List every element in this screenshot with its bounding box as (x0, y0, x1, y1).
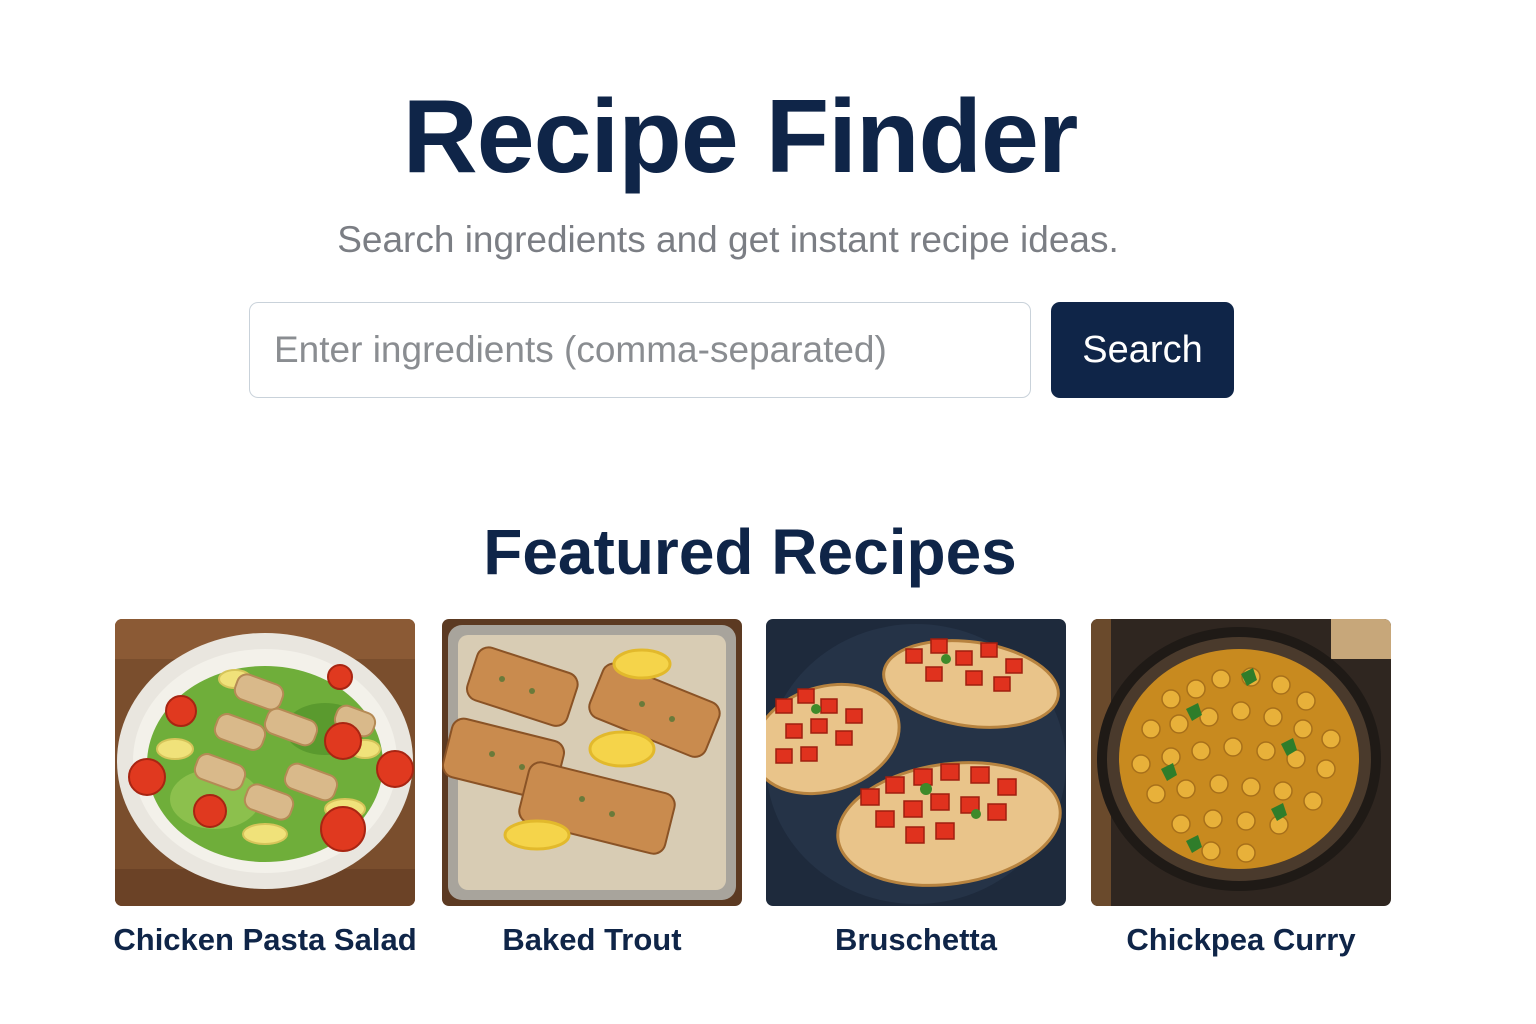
chickpea-curry-image[interactable] (1091, 619, 1391, 906)
recipe-card-title[interactable]: Baked Trout (422, 922, 762, 958)
recipe-card-title[interactable]: Chickpea Curry (1071, 922, 1411, 958)
bruschetta-image[interactable] (766, 619, 1066, 906)
recipe-card-title[interactable]: Bruschetta (746, 922, 1086, 958)
recipe-card-baked-trout[interactable]: Baked Trout (442, 619, 742, 957)
featured-recipes-heading: Featured Recipes (483, 516, 1017, 588)
ingredients-search-input[interactable] (249, 302, 1031, 398)
baked-trout-image[interactable] (442, 619, 742, 906)
recipe-finder-page: Recipe Finder Search ingredients and get… (0, 0, 1536, 1024)
recipe-card-bruschetta[interactable]: Bruschetta (766, 619, 1066, 957)
recipe-card-title[interactable]: Chicken Pasta Salad (95, 922, 435, 958)
search-bar: Search (249, 302, 1234, 398)
recipe-card-chickpea-curry[interactable]: Chickpea Curry (1091, 619, 1391, 957)
search-button[interactable]: Search (1051, 302, 1234, 398)
page-subtitle: Search ingredients and get instant recip… (337, 219, 1119, 260)
page-title: Recipe Finder (402, 79, 1079, 195)
chicken-pasta-salad-image[interactable] (115, 619, 415, 906)
recipe-card-chicken-pasta-salad[interactable]: Chicken Pasta Salad (113, 619, 417, 957)
